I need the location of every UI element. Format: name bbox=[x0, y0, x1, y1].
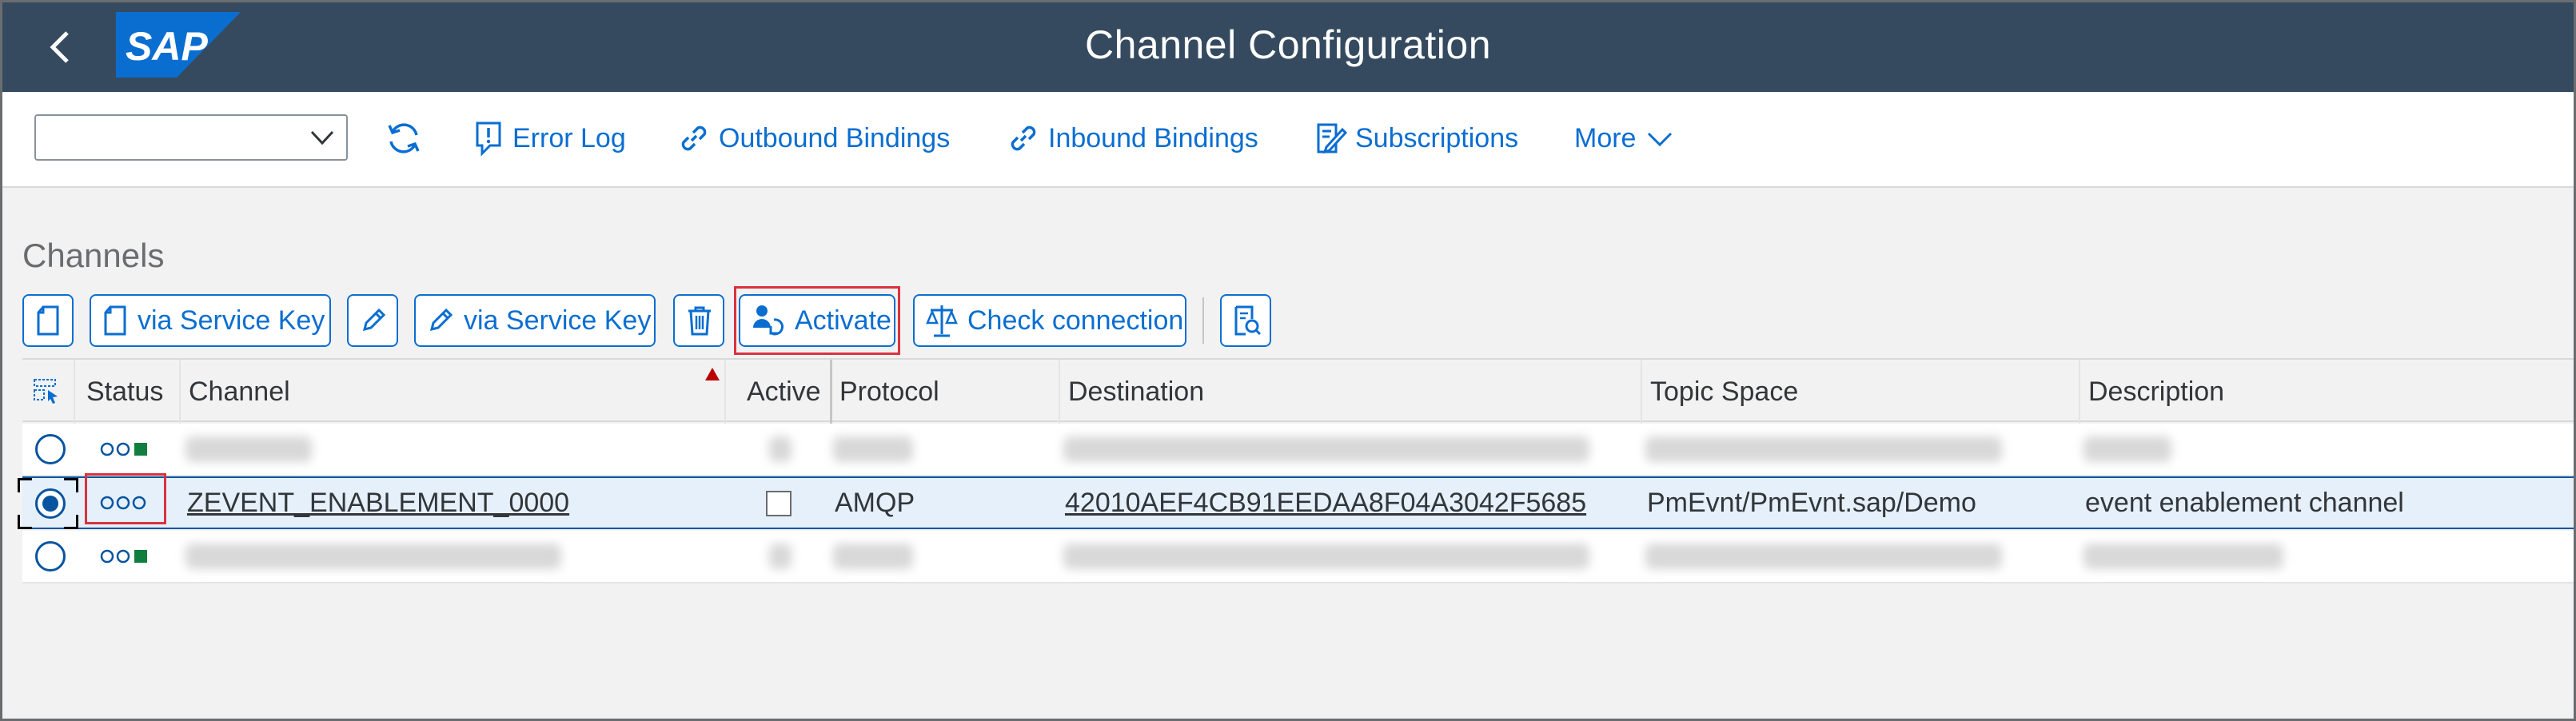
redacted-text bbox=[833, 436, 913, 462]
subscriptions-button[interactable]: Subscriptions bbox=[1314, 116, 1518, 161]
inspect-document-icon bbox=[1234, 305, 1262, 336]
delete-channel-button[interactable] bbox=[673, 294, 724, 347]
channels-table: Status Channel Active Protocol Destinati… bbox=[18, 358, 2574, 718]
focus-corner bbox=[18, 515, 32, 529]
column-header-protocol[interactable]: Protocol bbox=[831, 360, 939, 424]
outbound-bindings-button[interactable]: Outbound Bindings bbox=[677, 116, 950, 161]
status-highlight bbox=[85, 473, 166, 524]
variant-select[interactable] bbox=[34, 114, 348, 161]
focus-corner bbox=[18, 478, 32, 492]
error-log-button[interactable]: Error Log bbox=[473, 116, 626, 161]
row-radio[interactable] bbox=[35, 541, 66, 572]
create-via-service-key-button[interactable]: via Service Key bbox=[90, 294, 331, 347]
activate-highlight bbox=[734, 286, 900, 355]
shell-header: SAP Channel Configuration bbox=[2, 2, 2574, 92]
check-connection-button[interactable]: Check connection bbox=[913, 294, 1186, 347]
column-header-description[interactable]: Description bbox=[2080, 360, 2224, 424]
focus-corner bbox=[64, 478, 78, 492]
refresh-icon bbox=[388, 123, 420, 153]
toolbar-separator bbox=[1202, 297, 1204, 344]
table-row[interactable] bbox=[22, 424, 2574, 476]
description-cell: event enablement channel bbox=[2085, 488, 2404, 518]
column-header-active[interactable]: Active bbox=[739, 360, 821, 424]
redacted-text bbox=[769, 544, 792, 569]
scale-icon bbox=[926, 305, 958, 337]
create-channel-button[interactable] bbox=[22, 294, 74, 347]
table-row-selected[interactable]: ZEVENT_ENABLEMENT_0000 AMQP 42010AEF4CB9… bbox=[18, 473, 2574, 529]
more-menu-button[interactable]: More bbox=[1574, 116, 1674, 161]
chevron-down-icon bbox=[310, 130, 334, 145]
channel-link[interactable]: ZEVENT_ENABLEMENT_0000 bbox=[182, 478, 569, 528]
column-header-destination[interactable]: Destination bbox=[1060, 360, 1204, 424]
refresh-button[interactable] bbox=[385, 116, 431, 161]
table-empty-area bbox=[22, 584, 2574, 718]
select-all-icon[interactable] bbox=[32, 377, 62, 406]
page-title: Channel Configuration bbox=[1084, 22, 1492, 67]
redacted-text bbox=[1645, 544, 2002, 569]
focus-corner bbox=[64, 515, 78, 529]
redacted-text bbox=[1063, 544, 1589, 569]
channels-title: Channels bbox=[22, 237, 165, 274]
link-icon bbox=[681, 125, 707, 151]
column-header-channel[interactable]: Channel bbox=[181, 360, 290, 424]
redacted-text bbox=[2084, 544, 2283, 569]
edit-via-service-key-button[interactable]: via Service Key bbox=[414, 294, 656, 347]
app-toolbar: Error Log Outbound Bindings Inbound Bind… bbox=[2, 92, 2574, 188]
inspect-button[interactable] bbox=[1220, 294, 1271, 347]
chevron-down-icon bbox=[1648, 132, 1673, 147]
status-icon bbox=[100, 442, 147, 456]
topic-space-cell: PmEvnt/PmEvnt.sap/Demo bbox=[1647, 488, 1976, 518]
error-log-icon bbox=[476, 121, 501, 157]
protocol-cell: AMQP bbox=[835, 488, 915, 518]
status-icon bbox=[100, 549, 147, 564]
redacted-text bbox=[769, 436, 792, 462]
document-icon bbox=[104, 305, 126, 336]
redacted-text bbox=[1063, 436, 1589, 462]
column-header-topic-space[interactable]: Topic Space bbox=[1642, 360, 1798, 424]
column-divider bbox=[74, 360, 75, 424]
redacted-text bbox=[185, 436, 312, 462]
pencil-icon bbox=[429, 308, 453, 332]
inbound-bindings-button[interactable]: Inbound Bindings bbox=[1007, 116, 1258, 161]
redacted-text bbox=[185, 544, 561, 569]
document-icon bbox=[37, 305, 59, 336]
destination-link[interactable]: 42010AEF4CB91EEDAA8F04A3042F5685 bbox=[1060, 478, 1586, 528]
column-divider bbox=[724, 360, 726, 424]
link-icon bbox=[1011, 125, 1036, 151]
trash-icon bbox=[688, 306, 711, 336]
active-checkbox[interactable] bbox=[766, 491, 792, 516]
redacted-text bbox=[833, 544, 913, 569]
sort-indicator-icon bbox=[705, 368, 720, 380]
redacted-text bbox=[2084, 436, 2171, 462]
table-header: Status Channel Active Protocol Destinati… bbox=[22, 358, 2574, 424]
edit-channel-button[interactable] bbox=[347, 294, 398, 347]
row-radio-selected[interactable] bbox=[35, 488, 66, 519]
column-header-status[interactable]: Status bbox=[78, 360, 163, 424]
subscriptions-icon bbox=[1317, 123, 1347, 154]
redacted-text bbox=[1645, 436, 2002, 462]
table-row[interactable] bbox=[22, 531, 2574, 584]
pencil-icon bbox=[362, 308, 386, 332]
row-radio[interactable] bbox=[35, 434, 66, 464]
